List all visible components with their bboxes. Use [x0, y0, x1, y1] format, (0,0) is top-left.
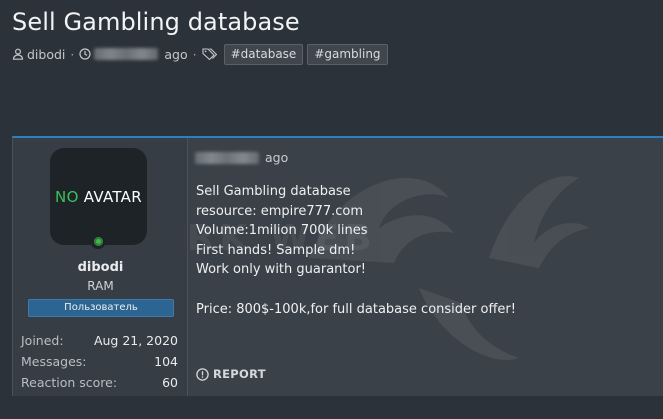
post-line: Price: 800$-100k,for full database consi…: [196, 301, 516, 317]
avatar-text-rest: AVATAR: [78, 187, 142, 206]
redacted-date: [195, 151, 259, 164]
tags-icon: [202, 48, 217, 60]
post-container: NO AVATAR dibodi RAM Пользователь Joined…: [12, 136, 663, 396]
thread-title: Sell Gambling database: [12, 8, 300, 36]
stat-messages: Messages: 104: [21, 351, 178, 372]
post-line: First hands! Sample dm!: [196, 242, 356, 258]
user-title: RAM: [87, 279, 114, 293]
post-body: Sell Gambling database resource: empire7…: [196, 182, 656, 319]
page: Sell Gambling database dibodi · ago · #d…: [0, 0, 663, 419]
avatar[interactable]: NO AVATAR: [50, 148, 147, 245]
post-line: Work only with guarantor!: [196, 262, 367, 278]
stat-joined: Joined: Aug 21, 2020: [21, 330, 178, 351]
post-time-suffix: ago: [265, 150, 289, 165]
user-stats: Joined: Aug 21, 2020 Messages: 104 React…: [21, 330, 178, 393]
user-banner: Пользователь: [28, 299, 174, 317]
post-line: Sell Gambling database: [196, 184, 351, 199]
stat-reaction-score: Reaction score: 60: [21, 372, 178, 393]
thread-meta: dibodi · ago · #database #gambling: [12, 43, 388, 65]
redacted-date: [94, 48, 159, 60]
meta-separator: ·: [192, 46, 197, 62]
stat-value: 60: [162, 375, 178, 390]
thread-time-suffix[interactable]: ago: [164, 47, 187, 62]
report-button[interactable]: REPORT: [196, 367, 266, 381]
meta-separator: ·: [70, 46, 75, 62]
stat-value: Aug 21, 2020: [93, 333, 178, 348]
username[interactable]: dibodi: [13, 260, 188, 275]
stat-label: Joined:: [21, 333, 64, 348]
clock-icon: [79, 48, 91, 60]
stat-label: Messages:: [21, 354, 87, 369]
post-line-blank: [196, 280, 656, 300]
tag-gambling[interactable]: #gambling: [307, 43, 388, 65]
post-line: Volume:1milion 700k lines: [196, 223, 368, 239]
online-status-icon: [90, 233, 106, 249]
report-label: REPORT: [213, 367, 266, 381]
avatar-text-no: NO: [55, 187, 79, 206]
user-icon: [12, 48, 24, 60]
post-user-panel: NO AVATAR dibodi RAM Пользователь Joined…: [13, 138, 188, 396]
thread-author[interactable]: dibodi: [27, 47, 65, 62]
tag-database[interactable]: #database: [223, 43, 304, 65]
stat-label: Reaction score:: [21, 375, 118, 390]
report-icon: [196, 367, 209, 381]
stat-value: 104: [154, 354, 178, 369]
post-line: resource: empire777.com: [196, 203, 364, 219]
post-date[interactable]: ago: [195, 150, 288, 165]
post-message-panel: DARK WEB ago Sell Gambling database reso…: [189, 138, 663, 396]
